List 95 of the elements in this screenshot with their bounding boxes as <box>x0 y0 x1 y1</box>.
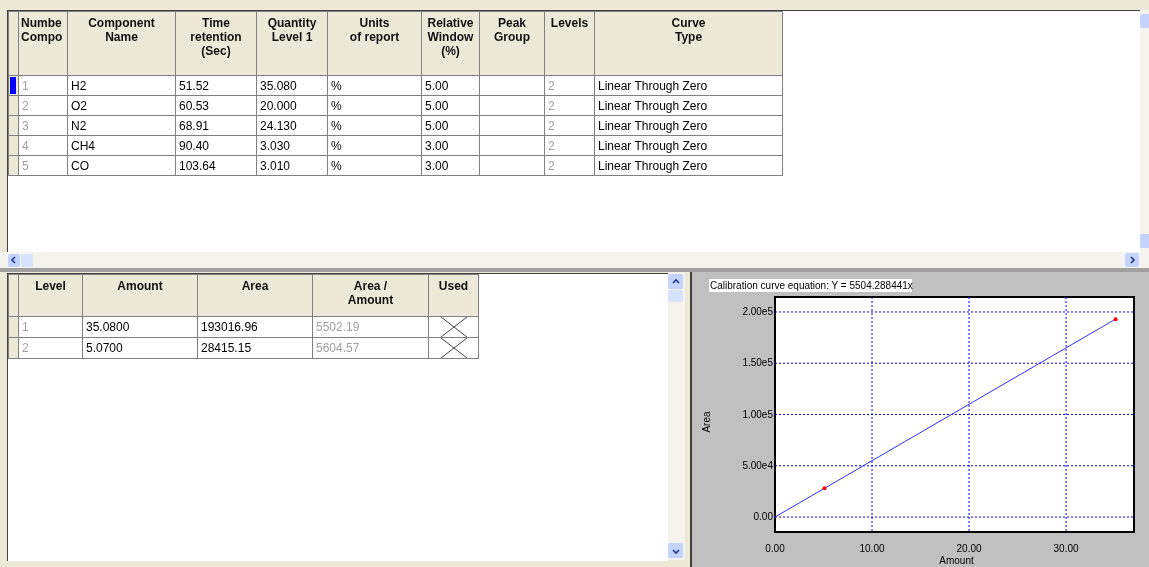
scroll-right-button[interactable] <box>1125 253 1139 267</box>
table-cell: Linear Through Zero <box>594 155 783 176</box>
column-header: Time retention (Sec) <box>175 11 257 76</box>
column-header: Levels <box>544 11 595 76</box>
table-cell: 3 <box>18 115 68 136</box>
column-header: Quantity Level 1 <box>256 11 328 76</box>
row-selector[interactable] <box>8 135 19 156</box>
table-cell: 193016.96 <box>197 316 313 338</box>
table-cell: 2 <box>544 155 595 176</box>
table-cell: % <box>327 135 422 156</box>
table-cell: 5.0700 <box>82 337 198 359</box>
scroll-left-button[interactable] <box>8 253 20 267</box>
table-cell: 2 <box>544 135 595 156</box>
tick-label: 5.00e4 <box>742 459 773 471</box>
table-cell: 5.00 <box>421 115 480 136</box>
row-selector[interactable] <box>8 115 19 136</box>
column-header: Amount <box>82 274 198 317</box>
table-cell: 1 <box>18 316 83 338</box>
table-cell: 20.000 <box>256 95 328 116</box>
row-selector[interactable] <box>8 75 19 96</box>
column-header: Component Name <box>67 11 176 76</box>
table-cell: 1 <box>18 75 68 96</box>
table-cell: CO <box>67 155 176 176</box>
scroll-thumb[interactable] <box>21 253 33 267</box>
data-point <box>822 486 827 491</box>
table-cell: % <box>327 75 422 96</box>
row-selector[interactable] <box>8 95 19 116</box>
chevron-left-icon <box>10 256 18 264</box>
tick-label: 0.00 <box>753 511 773 523</box>
tick-label: 0.00 <box>765 543 785 554</box>
table-cell: 3.00 <box>421 135 480 156</box>
table-cell: Linear Through Zero <box>594 75 783 96</box>
column-header: Peak Group <box>479 11 545 76</box>
column-header: Curve Type <box>594 11 783 76</box>
table-cell: 28415.15 <box>197 337 313 359</box>
table-cell: 24.130 <box>256 115 328 136</box>
table-cell: 5.00 <box>421 75 480 96</box>
table-cell: 2 <box>18 95 68 116</box>
tick-label: 20.00 <box>956 543 982 554</box>
column-header: Numbe Compo <box>18 11 68 76</box>
column-header: Area <box>197 274 313 317</box>
column-header: Level <box>18 274 83 317</box>
tick-label: 2.00e5 <box>742 305 773 317</box>
table-cell: N2 <box>67 115 176 136</box>
table-cell: 103.64 <box>175 155 257 176</box>
table-cell: 5.00 <box>421 95 480 116</box>
table-cell: 2 <box>18 337 83 359</box>
table-cell: % <box>327 95 422 116</box>
table-cell: % <box>327 115 422 136</box>
table-cell: 60.53 <box>175 95 257 116</box>
table-cell: 5604.57 <box>312 337 429 359</box>
column-header: Relative Window (%) <box>421 11 480 76</box>
row-header <box>8 337 19 359</box>
header-corner <box>8 274 19 317</box>
table-cell: 3.00 <box>421 155 480 176</box>
tick-label: 10.00 <box>859 543 885 554</box>
column-header: Area / Amount <box>312 274 429 317</box>
table-cell: Linear Through Zero <box>594 95 783 116</box>
table-cell: % <box>327 155 422 176</box>
table-cell: 2 <box>544 95 595 116</box>
chevron-right-icon <box>1128 256 1136 264</box>
scroll-down-button[interactable] <box>668 543 683 558</box>
chart-title: Calibration curve equation: Y = 5504.288441x <box>710 280 913 291</box>
table-cell: 2 <box>544 75 595 96</box>
table-cell: Linear Through Zero <box>594 115 783 136</box>
scroll-up-button[interactable] <box>668 274 683 289</box>
row-selector[interactable] <box>8 155 19 176</box>
table-cell: 90.40 <box>175 135 257 156</box>
table-cell: 4 <box>18 135 68 156</box>
tick-label: 30.00 <box>1053 543 1079 554</box>
axis-label: Amount <box>939 555 974 566</box>
table-cell: 51.52 <box>175 75 257 96</box>
table-cell: 5502.19 <box>312 316 429 338</box>
row-header <box>8 316 19 338</box>
table-cell: 68.91 <box>175 115 257 136</box>
table-cell: O2 <box>67 95 176 116</box>
column-header: Used <box>428 274 479 317</box>
table-cell: H2 <box>67 75 176 96</box>
axis-label: Area <box>701 411 712 433</box>
scroll-thumb[interactable] <box>668 290 683 302</box>
table-cell: Linear Through Zero <box>594 135 783 156</box>
table-cell: 35.0800 <box>82 316 198 338</box>
table-cell: 3.030 <box>256 135 328 156</box>
chevron-down-icon <box>671 546 680 555</box>
chevron-up-icon <box>671 277 680 286</box>
column-header: Units of report <box>327 11 422 76</box>
tick-label: 1.50e5 <box>742 357 773 369</box>
table-cell: 5 <box>18 155 68 176</box>
header-corner <box>8 11 19 76</box>
table-cell: 2 <box>544 115 595 136</box>
table-cell: 3.010 <box>256 155 328 176</box>
table-cell: CH4 <box>67 135 176 156</box>
tick-label: 1.00e5 <box>742 408 773 420</box>
data-point <box>1113 317 1118 322</box>
table-cell: 35.080 <box>256 75 328 96</box>
